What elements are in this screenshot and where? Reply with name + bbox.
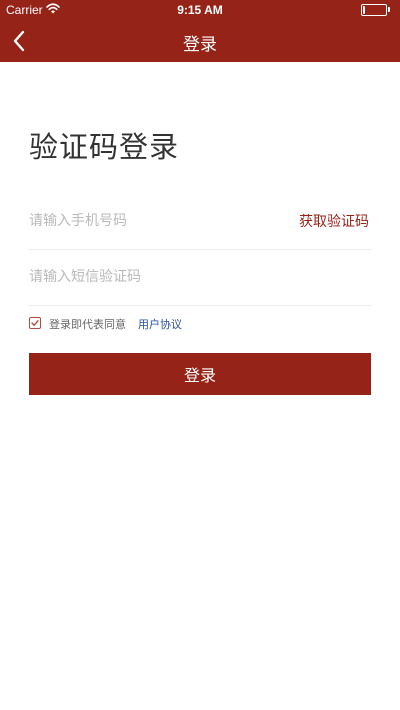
app-header: Carrier 9:15 AM 登录: [0, 0, 400, 62]
battery-tip: [388, 7, 390, 12]
agree-checkbox[interactable]: [29, 317, 41, 329]
navigation-bar: 登录: [0, 20, 400, 62]
battery-level-fill: [363, 6, 365, 14]
user-agreement-link[interactable]: 用户协议: [138, 316, 182, 332]
page-title: 验证码登录: [29, 130, 180, 164]
code-row: [29, 250, 371, 306]
phone-input[interactable]: [29, 208, 269, 234]
agreement-text: 登录即代表同意: [49, 318, 126, 331]
status-bar: Carrier 9:15 AM: [0, 0, 400, 20]
back-button[interactable]: [10, 29, 32, 53]
sms-code-input[interactable]: [29, 264, 269, 290]
nav-title: 登录: [183, 35, 217, 55]
status-time: 9:15 AM: [177, 3, 223, 17]
battery-icon: [361, 4, 387, 16]
phone-row: 获取验证码: [29, 194, 371, 250]
login-button[interactable]: 登录: [29, 353, 371, 395]
get-code-button[interactable]: 获取验证码: [299, 211, 369, 231]
chevron-left-icon: [13, 30, 25, 52]
check-icon: [31, 320, 39, 326]
